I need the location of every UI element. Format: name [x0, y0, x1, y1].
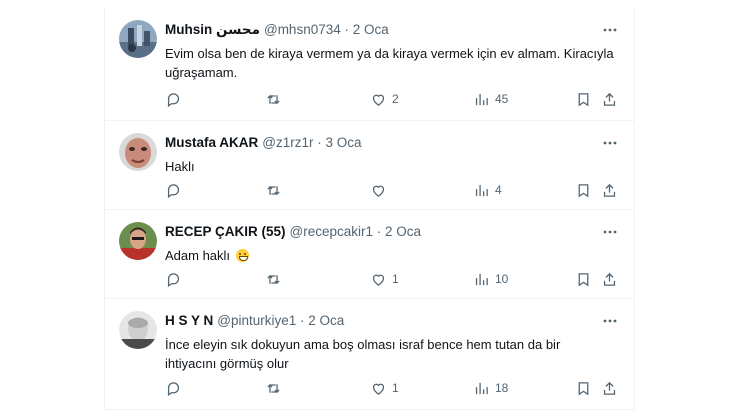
- tweet-header: H S Y N @pinturkiye1 · 2 Oca: [165, 313, 344, 328]
- views-count: 18: [495, 381, 509, 395]
- action-bar: 2 45: [165, 88, 620, 110]
- retweet-icon: [267, 185, 280, 195]
- share-icon: [603, 92, 616, 106]
- action-bar: 4: [165, 179, 620, 201]
- retweet-button[interactable]: [265, 377, 287, 399]
- retweet-icon: [267, 94, 280, 104]
- like-button[interactable]: 1: [370, 377, 399, 399]
- like-icon: [372, 94, 385, 106]
- bookmark-icon: [578, 272, 589, 286]
- views-icon: [475, 382, 488, 394]
- like-button[interactable]: 1: [370, 268, 399, 290]
- tweet-text: İnce eleyin sık dokuyun ama boş olması i…: [165, 337, 561, 371]
- tweet-2[interactable]: Mustafa AKAR @z1rz1r · 3 Oca Haklı 4: [105, 121, 634, 210]
- views-count: 45: [495, 92, 509, 106]
- tweet-4[interactable]: H S Y N @pinturkiye1 · 2 Oca İnce eleyin…: [105, 299, 634, 410]
- share-button[interactable]: [601, 377, 618, 399]
- views-icon: [475, 273, 488, 285]
- action-bar: 1 18: [165, 377, 620, 399]
- handle-and-date[interactable]: @pinturkiye1 · 2 Oca: [217, 313, 344, 328]
- tweet-header: RECEP ÇAKIR (55) @recepcakir1 · 2 Oca: [165, 224, 421, 239]
- views-icon: [475, 93, 488, 105]
- more-icon[interactable]: [600, 20, 620, 40]
- tweet-text: Haklı: [165, 159, 195, 174]
- display-name[interactable]: RECEP ÇAKIR (55): [165, 224, 286, 239]
- share-button[interactable]: [601, 179, 618, 201]
- like-button[interactable]: 2: [370, 88, 399, 110]
- retweet-button[interactable]: [265, 179, 287, 201]
- reply-icon: [167, 92, 180, 107]
- views-icon: [475, 184, 488, 196]
- grinning-emoji-icon: [235, 249, 249, 262]
- like-count: 2: [392, 92, 399, 106]
- share-icon: [603, 272, 616, 286]
- reply-button[interactable]: [165, 268, 187, 290]
- more-icon[interactable]: [600, 311, 620, 331]
- bookmark-icon: [578, 183, 589, 197]
- reply-button[interactable]: [165, 88, 187, 110]
- tweet-text: Evim olsa ben de kiraya vermem ya da kir…: [165, 46, 614, 80]
- handle-and-date[interactable]: @mhsn0734 · 2 Oca: [264, 22, 389, 37]
- tweet-text-container: Adam haklı: [165, 246, 615, 265]
- share-icon: [603, 183, 616, 197]
- views-button[interactable]: 10: [473, 268, 508, 290]
- like-icon: [372, 274, 385, 286]
- display-name[interactable]: Mustafa AKAR: [165, 135, 258, 150]
- tweet-3[interactable]: RECEP ÇAKIR (55) @recepcakir1 · 2 Oca Ad…: [105, 210, 634, 299]
- reply-feed: Muhsin محسن @mhsn0734 · 2 Oca Evim olsa …: [104, 8, 635, 410]
- share-icon: [603, 381, 616, 395]
- views-button[interactable]: 4: [473, 179, 502, 201]
- views-count: 10: [495, 272, 509, 286]
- avatar[interactable]: [119, 133, 157, 171]
- tweet-1[interactable]: Muhsin محسن @mhsn0734 · 2 Oca Evim olsa …: [105, 8, 634, 121]
- views-button[interactable]: 45: [473, 88, 508, 110]
- handle-and-date[interactable]: @recepcakir1 · 2 Oca: [290, 224, 422, 239]
- share-button[interactable]: [601, 268, 618, 290]
- like-count: 1: [392, 272, 399, 286]
- more-icon[interactable]: [600, 222, 620, 242]
- views-count: 4: [495, 183, 502, 197]
- reply-icon: [167, 381, 180, 396]
- reply-icon: [167, 183, 180, 198]
- like-icon: [372, 383, 385, 395]
- share-button[interactable]: [601, 88, 618, 110]
- avatar[interactable]: [119, 311, 157, 349]
- bookmark-button[interactable]: [575, 179, 592, 201]
- bookmark-icon: [578, 381, 589, 395]
- tweet-header: Mustafa AKAR @z1rz1r · 3 Oca: [165, 135, 362, 150]
- bookmark-icon: [578, 92, 589, 106]
- more-icon[interactable]: [600, 133, 620, 153]
- avatar[interactable]: [119, 222, 157, 260]
- avatar[interactable]: [119, 20, 157, 58]
- display-name[interactable]: H S Y N: [165, 313, 213, 328]
- tweet-header: Muhsin محسن @mhsn0734 · 2 Oca: [165, 22, 389, 38]
- like-button[interactable]: [370, 179, 392, 201]
- reply-button[interactable]: [165, 179, 187, 201]
- bookmark-button[interactable]: [575, 268, 592, 290]
- action-bar: 1 10: [165, 268, 620, 290]
- views-button[interactable]: 18: [473, 377, 508, 399]
- tweet-text: Adam haklı: [165, 248, 231, 263]
- retweet-icon: [267, 383, 280, 393]
- bookmark-button[interactable]: [575, 88, 592, 110]
- retweet-button[interactable]: [265, 88, 287, 110]
- handle-and-date[interactable]: @z1rz1r · 3 Oca: [262, 135, 361, 150]
- reply-button[interactable]: [165, 377, 187, 399]
- like-icon: [372, 185, 385, 197]
- retweet-icon: [267, 274, 280, 284]
- display-name[interactable]: Muhsin محسن: [165, 22, 260, 38]
- like-count: 1: [392, 381, 399, 395]
- bookmark-button[interactable]: [575, 377, 592, 399]
- retweet-button[interactable]: [265, 268, 287, 290]
- reply-icon: [167, 272, 180, 287]
